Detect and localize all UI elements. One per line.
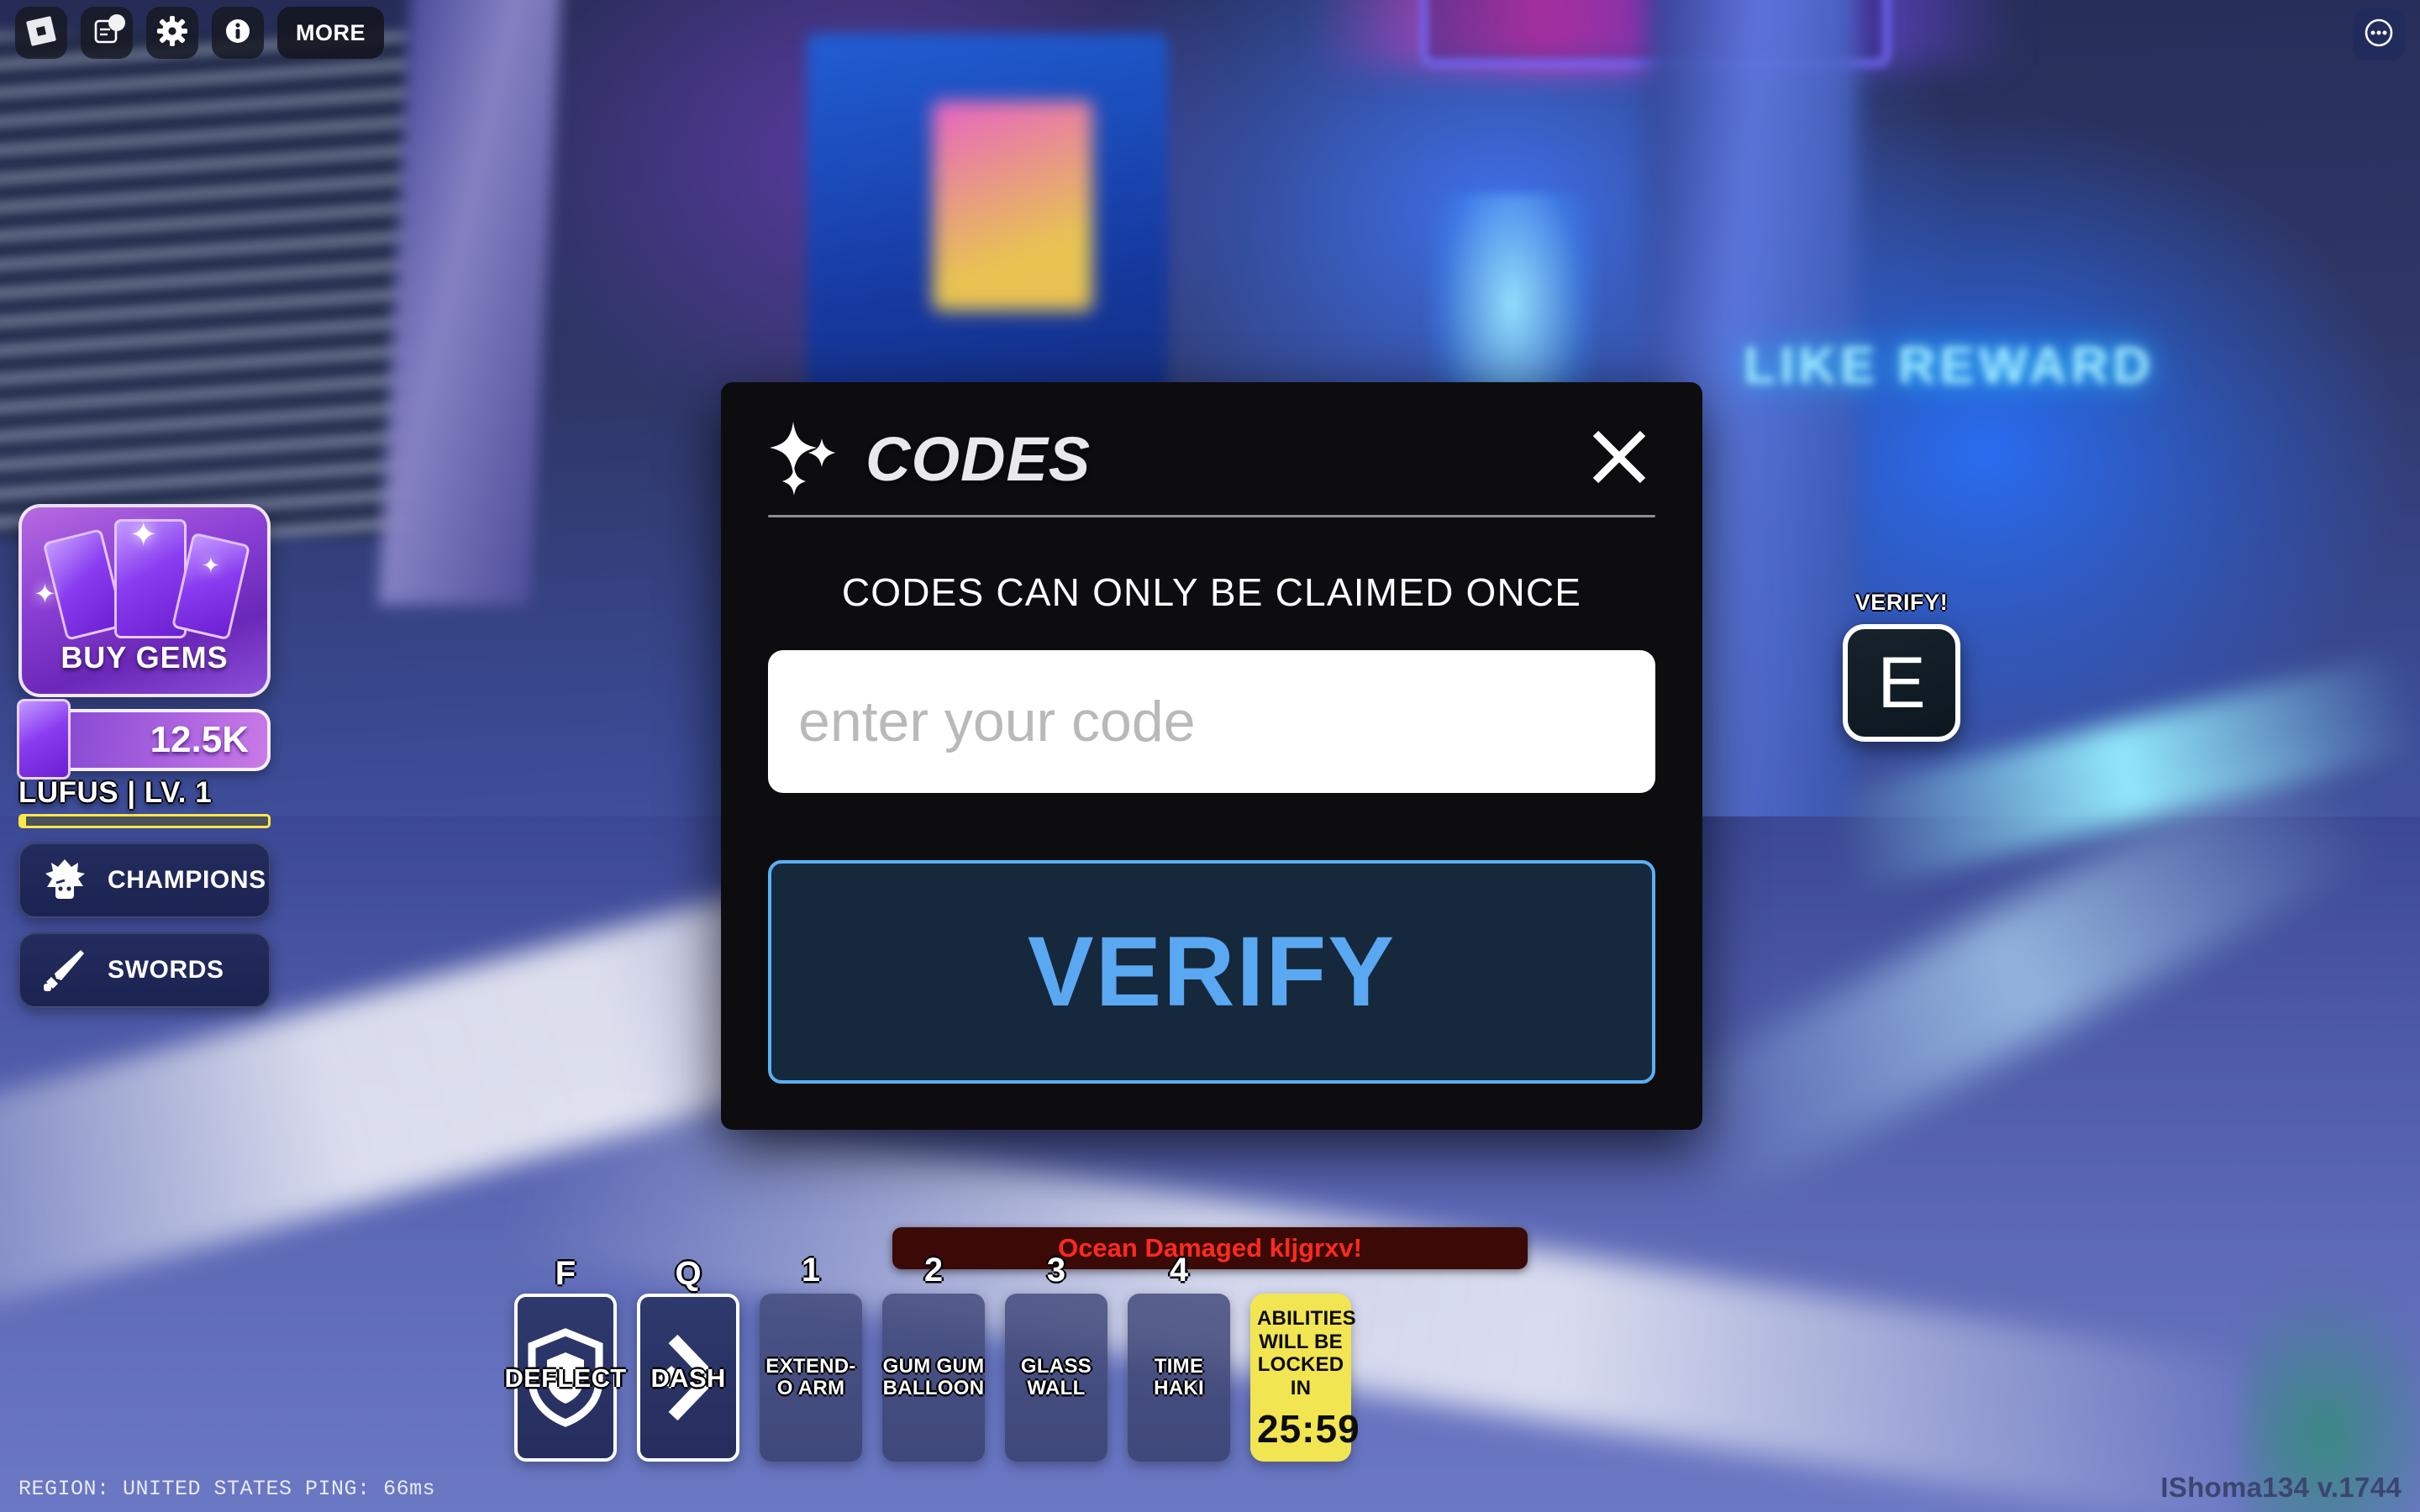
roblox-logo-button[interactable] (15, 7, 67, 59)
skill-key-3: 3 (1046, 1252, 1066, 1289)
swords-label: SWORDS (108, 956, 224, 984)
version-text: IShoma134 v.1744 (2160, 1472, 2402, 1503)
gem-cluster-icon: ✦ ✦ ✦ (34, 516, 251, 642)
settings-button[interactable] (146, 7, 198, 59)
more-button[interactable]: MORE (277, 7, 384, 59)
background-kiosk-screen (933, 101, 1092, 311)
skill-name-deflect: DEFLECT (504, 1362, 627, 1393)
close-button[interactable] (1583, 423, 1655, 495)
gem-counter[interactable]: 12.5K (17, 699, 271, 780)
gear-icon (156, 15, 188, 51)
skill-key-1: 1 (801, 1252, 821, 1289)
champions-button[interactable]: CHAMPIONS (18, 843, 271, 918)
skill-name-extend-o-arm: EXTEND-O ARM (765, 1355, 856, 1400)
xp-bar-fill (21, 816, 26, 826)
sword-icon (37, 942, 92, 998)
xp-bar (18, 814, 271, 828)
skill-bar: F DEFLECT Q DASH 1 EXTEND-O ARM 2 GUM GU… (504, 1252, 1360, 1462)
skill-slot-gum-gum-balloon[interactable]: 2 GUM GUM BALLOON (882, 1252, 985, 1462)
ability-lock-timer: ABILITIES WILL BE LOCKED IN 25:59 (1250, 1294, 1360, 1462)
codes-modal-header: CODES (768, 414, 1655, 503)
player-name-level: LUFUS | LV. 1 (18, 776, 213, 809)
skill-name-glass-wall: GLASS WALL (1020, 1355, 1092, 1400)
ability-lock-time: 25:59 (1257, 1407, 1360, 1452)
swords-button[interactable]: SWORDS (18, 932, 271, 1008)
roblox-logo-icon (25, 15, 57, 51)
skill-key-2: 2 (923, 1252, 944, 1289)
skill-slot-time-haki[interactable]: 4 TIME HAKI (1128, 1252, 1230, 1462)
buy-gems-label: BUY GEMS (60, 640, 229, 675)
skill-name-gum-gum-balloon: GUM GUM BALLOON (882, 1355, 985, 1400)
gem-icon (17, 699, 71, 780)
buy-gems-button[interactable]: ✦ ✦ ✦ BUY GEMS (18, 504, 271, 697)
champions-label: CHAMPIONS (108, 866, 266, 894)
verify-key-e: E (1843, 624, 1960, 742)
codes-modal-title: CODES (865, 423, 1092, 494)
notification-badge (108, 14, 125, 31)
info-icon (222, 15, 254, 51)
more-button-label: MORE (296, 19, 366, 45)
codes-modal: CODES CODES CAN ONLY BE CLAIMED ONCE VER… (721, 382, 1702, 1130)
skill-slot-extend-o-arm[interactable]: 1 EXTEND-O ARM (760, 1252, 862, 1462)
skill-key-q: Q (675, 1255, 702, 1293)
skill-name-time-haki: TIME HAKI (1154, 1355, 1204, 1400)
verify-key-prompt[interactable]: VERIFY! E (1822, 590, 1981, 742)
codes-modal-subtitle: CODES CAN ONLY BE CLAIMED ONCE (841, 570, 1582, 614)
skill-key-f: F (555, 1255, 576, 1293)
skill-slot-glass-wall[interactable]: 3 GLASS WALL (1005, 1252, 1107, 1462)
skill-key-4: 4 (1169, 1252, 1189, 1289)
modal-divider (768, 515, 1655, 517)
background-shop-wall (0, 34, 412, 538)
champion-head-icon (37, 853, 92, 908)
like-reward-sign: LIKE REWARD (1744, 337, 2154, 395)
verify-prompt-label: VERIFY! (1854, 590, 1949, 615)
verify-button[interactable]: VERIFY (768, 860, 1655, 1084)
roblox-topbar: MORE (15, 7, 384, 59)
info-button[interactable] (212, 7, 264, 59)
chat-button[interactable] (81, 7, 133, 59)
ellipsis-circle-icon (2361, 15, 2396, 55)
code-input[interactable] (768, 650, 1655, 793)
region-ping-text: REGION: UNITED STATES PING: 66ms (18, 1477, 436, 1501)
close-x-icon (1588, 426, 1650, 492)
skill-slot-dash[interactable]: Q DASH (637, 1255, 739, 1462)
left-hud: ✦ ✦ ✦ BUY GEMS 12.5K LUFUS | LV. 1 CHAMP… (17, 504, 279, 1008)
skill-slot-deflect[interactable]: F DEFLECT (504, 1255, 626, 1462)
skill-name-dash: DASH (650, 1362, 726, 1393)
sparkles-icon (768, 418, 855, 499)
more-options-button[interactable] (2353, 8, 2405, 60)
ability-lock-label: ABILITIES WILL BE LOCKED IN (1257, 1307, 1356, 1399)
